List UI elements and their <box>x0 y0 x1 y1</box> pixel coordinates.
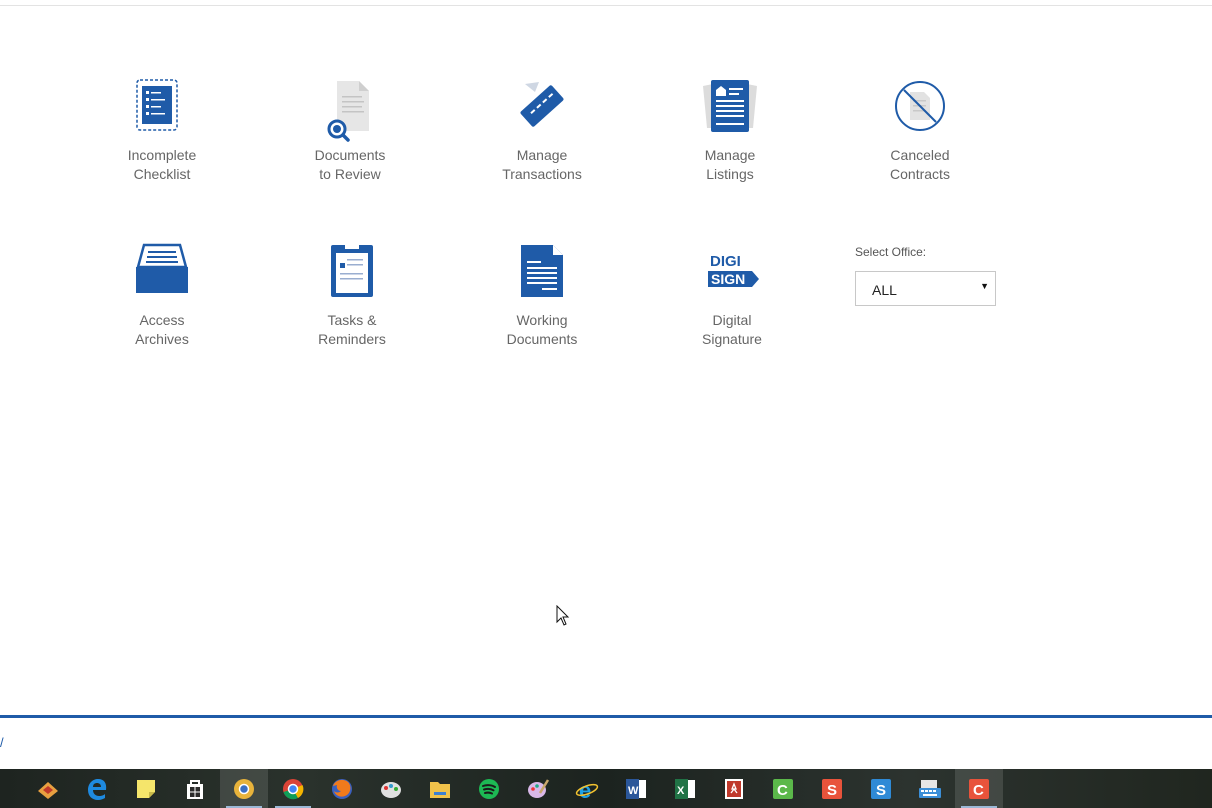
office-label: Select Office: <box>855 245 927 259</box>
tile-label: Canceled Contracts <box>890 147 950 182</box>
tile-label: Access Archives <box>135 312 189 347</box>
internet-explorer-icon[interactable]: e <box>563 769 611 808</box>
svg-text:C: C <box>973 782 984 799</box>
sticky-notes-icon[interactable] <box>122 769 170 808</box>
tag-icon <box>520 82 564 127</box>
tile-digital-signature[interactable]: DIGI SIGN Digital Signature <box>667 243 797 349</box>
office-dropdown[interactable]: ALL ▼ <box>855 271 996 306</box>
clipboard-icon <box>331 244 373 297</box>
top-divider <box>0 5 1212 6</box>
tile-access-archives[interactable]: Access Archives <box>97 243 227 349</box>
canceled-document-icon <box>895 81 945 131</box>
archive-tray-icon <box>136 243 188 293</box>
digi-text: DIGI <box>710 253 741 270</box>
store-icon[interactable] <box>171 769 219 808</box>
tile-label: Manage Listings <box>704 147 756 182</box>
footer-divider <box>0 715 1212 718</box>
tile-canceled-contracts[interactable]: Canceled Contracts <box>855 78 985 184</box>
listing-icon <box>703 80 757 132</box>
snagit-editor-icon[interactable]: S <box>857 769 905 808</box>
footer-link[interactable]: / <box>0 735 4 750</box>
svg-text:W: W <box>628 785 639 797</box>
paint-icon[interactable] <box>367 769 415 808</box>
word-icon[interactable]: W <box>612 769 660 808</box>
tile-label: Incomplete Checklist <box>127 147 197 182</box>
excel-icon[interactable]: X <box>661 769 709 808</box>
tile-tasks-reminders[interactable]: Tasks & Reminders <box>287 243 417 349</box>
taskbar: e W X C S S C <box>0 769 1212 808</box>
fusion-icon[interactable] <box>24 769 72 808</box>
tile-manage-listings[interactable]: Manage Listings <box>665 78 795 184</box>
firefox-icon[interactable] <box>318 769 366 808</box>
paint-brush-icon[interactable] <box>514 769 562 808</box>
office-selected-value: ALL <box>872 282 897 298</box>
camtasia-icon[interactable]: C <box>759 769 807 808</box>
checklist-icon <box>136 79 178 131</box>
page: IncompleteChecklist Documentsto Review <box>0 0 1212 808</box>
tile-label: Digital Signature <box>702 312 762 347</box>
sign-text: SIGN <box>711 271 745 287</box>
tile-documents-to-review[interactable]: Documents to Review <box>285 78 415 184</box>
svg-text:S: S <box>876 782 886 799</box>
document-search-icon <box>327 81 369 142</box>
office-selector: Select Office: ALL ▼ <box>855 245 996 306</box>
svg-text:X: X <box>677 785 685 797</box>
tile-label: Tasks & Reminders <box>318 312 386 347</box>
chevron-down-icon: ▼ <box>980 281 989 291</box>
svg-text:e: e <box>579 778 591 801</box>
edge-icon[interactable] <box>73 769 121 808</box>
chrome-icon[interactable] <box>269 769 317 808</box>
tile-label: Documents to Review <box>314 147 386 182</box>
camtasia-recorder-icon[interactable]: C <box>955 769 1003 808</box>
tile-manage-transactions[interactable]: Manage Transactions <box>477 78 607 184</box>
file-explorer-icon[interactable] <box>416 769 464 808</box>
tile-incomplete-checklist[interactable]: Incomplete Checklist <box>97 78 227 184</box>
tile-working-documents[interactable]: Working Documents <box>477 243 607 349</box>
chrome-canary-icon[interactable] <box>220 769 268 808</box>
svg-text:S: S <box>827 782 837 799</box>
svg-text:C: C <box>777 782 788 799</box>
mouse-pointer-icon <box>556 605 570 626</box>
acrobat-icon[interactable] <box>710 769 758 808</box>
document-icon <box>521 245 563 297</box>
task-view-icon[interactable] <box>0 769 6 808</box>
tile-label: Manage Transactions <box>502 147 582 182</box>
snagit-icon[interactable]: S <box>808 769 856 808</box>
keyboard-icon[interactable] <box>906 769 954 808</box>
digisign-icon: DIGI SIGN <box>708 253 759 287</box>
tile-label: Working Documents <box>506 312 578 347</box>
spotify-icon[interactable] <box>465 769 513 808</box>
